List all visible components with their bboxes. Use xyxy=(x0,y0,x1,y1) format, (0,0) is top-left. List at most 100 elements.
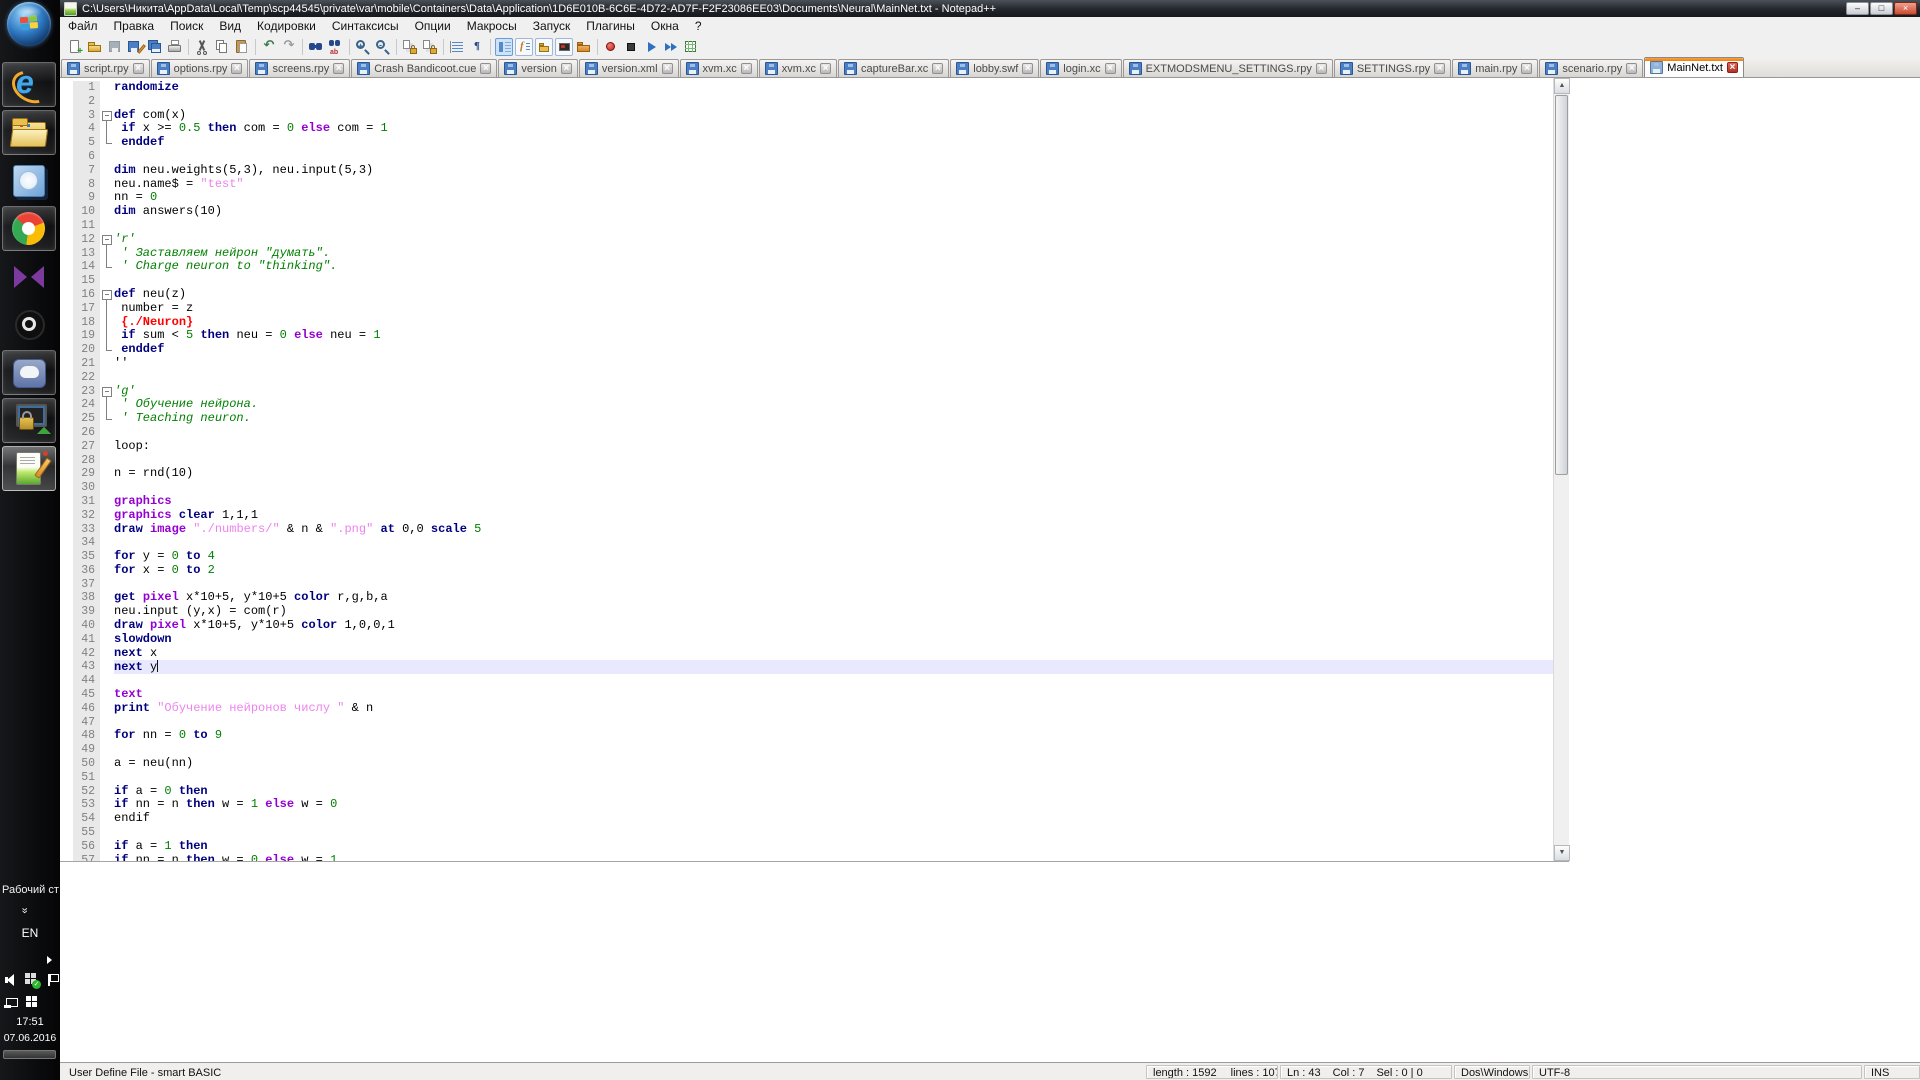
code-line[interactable]: 3def com(x) xyxy=(60,109,1553,123)
code-line[interactable]: 41slowdown xyxy=(60,633,1553,647)
code-line[interactable]: 18 {./Neuron} xyxy=(60,316,1553,330)
code-line[interactable]: 2 xyxy=(60,95,1553,109)
maximize-button[interactable]: □ xyxy=(1870,2,1893,15)
scrollbar-thumb[interactable] xyxy=(1555,95,1568,475)
open-file-button[interactable] xyxy=(86,38,104,56)
tab-close-icon[interactable]: × xyxy=(932,63,943,74)
doc-map-button[interactable] xyxy=(495,38,513,56)
code-line[interactable]: 30 xyxy=(60,481,1553,495)
menu-item-plugins[interactable]: Плагины xyxy=(578,17,643,36)
clock-time[interactable]: 17:51 xyxy=(0,1016,60,1028)
sync-v-button[interactable] xyxy=(401,38,419,56)
file-browser-button[interactable] xyxy=(535,38,553,56)
menu-item-view[interactable]: Вид xyxy=(211,17,249,36)
tab-close-icon[interactable]: × xyxy=(1434,63,1445,74)
menu-item-search[interactable]: Поиск xyxy=(162,17,211,36)
volume-icon[interactable] xyxy=(4,972,20,988)
cut-button[interactable] xyxy=(193,38,211,56)
macro-run-multi-button[interactable] xyxy=(662,38,680,56)
print-button[interactable] xyxy=(166,38,184,56)
indent-guide-button[interactable] xyxy=(448,38,466,56)
show-hidden-icons-arrow[interactable] xyxy=(47,956,52,964)
function-list-button[interactable] xyxy=(515,38,533,56)
code-line[interactable]: 32graphics clear 1,1,1 xyxy=(60,509,1553,523)
tab-options.rpy[interactable]: options.rpy× xyxy=(151,59,249,77)
menu-item-language[interactable]: Синтаксисы xyxy=(324,17,407,36)
code-line[interactable]: 12'r' xyxy=(60,233,1553,247)
sync-h-button[interactable] xyxy=(421,38,439,56)
code-line[interactable]: 36for x = 0 to 2 xyxy=(60,564,1553,578)
code-line[interactable]: 4 if x >= 0.5 then com = 0 else com = 1 xyxy=(60,122,1553,136)
tab-close-icon[interactable]: × xyxy=(1105,63,1116,74)
tab-script.rpy[interactable]: script.rpy× xyxy=(61,59,150,77)
code-line[interactable]: 16def neu(z) xyxy=(60,288,1553,302)
code-line[interactable]: 50a = neu(nn) xyxy=(60,757,1553,771)
menu-item-run[interactable]: Запуск xyxy=(525,17,579,36)
status-insert-mode[interactable]: INS xyxy=(1864,1065,1920,1079)
network-icon[interactable] xyxy=(4,994,20,1010)
code-line[interactable]: 56if a = 1 then xyxy=(60,840,1553,854)
tab-close-icon[interactable]: × xyxy=(1626,63,1637,74)
taskbar-item-discord[interactable] xyxy=(2,350,56,395)
code-line[interactable]: 40draw pixel x*10+5, y*10+5 color 1,0,0,… xyxy=(60,619,1553,633)
code-line[interactable]: 15 xyxy=(60,274,1553,288)
redo-button[interactable] xyxy=(280,38,298,56)
taskbar-item-notepad-plus-plus[interactable] xyxy=(2,446,56,491)
tab-lobby.swf[interactable]: lobby.swf× xyxy=(950,59,1039,77)
code-line[interactable]: 54endif xyxy=(60,812,1553,826)
tab-EXTMODSMENU_SETTINGS.rpy[interactable]: EXTMODSMENU_SETTINGS.rpy× xyxy=(1123,59,1333,77)
code-line[interactable]: 37 xyxy=(60,578,1553,592)
show-desktop-button[interactable] xyxy=(3,1050,56,1059)
code-line[interactable]: 27loop: xyxy=(60,440,1553,454)
tab-close-icon[interactable]: × xyxy=(1316,63,1327,74)
code-line[interactable]: 7dim neu.weights(5,3), neu.input(5,3) xyxy=(60,164,1553,178)
tab-main.rpy[interactable]: main.rpy× xyxy=(1452,59,1538,77)
taskbar-item-chrome[interactable] xyxy=(2,206,56,251)
macro-play-button[interactable] xyxy=(642,38,660,56)
minimize-button[interactable]: – xyxy=(1846,2,1869,15)
updates-icon[interactable] xyxy=(24,972,40,988)
menu-item-help[interactable]: ? xyxy=(687,17,710,36)
code-line[interactable]: 13 ' Заставляем нейрон "думать". xyxy=(60,247,1553,261)
fold-toggle-icon[interactable] xyxy=(100,288,114,302)
tab-version.xml[interactable]: version.xml× xyxy=(579,59,679,77)
find-button[interactable] xyxy=(307,38,325,56)
macro-save-button[interactable] xyxy=(682,38,700,56)
code-line[interactable]: 39neu.input (y,x) = com(r) xyxy=(60,605,1553,619)
code-line[interactable]: 17 number = z xyxy=(60,302,1553,316)
vertical-scrollbar[interactable]: ▲ ▼ xyxy=(1553,78,1569,861)
scroll-up-arrow[interactable]: ▲ xyxy=(1554,78,1570,94)
code-line[interactable]: 25 ' Teaching neuron. xyxy=(60,412,1553,426)
code-line[interactable]: 34 xyxy=(60,536,1553,550)
menu-item-edit[interactable]: Правка xyxy=(106,17,163,36)
status-eol-format[interactable]: Dos\Windows xyxy=(1454,1065,1530,1079)
zoom-in-button[interactable] xyxy=(354,38,372,56)
status-encoding[interactable]: UTF-8 xyxy=(1532,1065,1862,1079)
menu-item-file[interactable]: Файл xyxy=(60,17,106,36)
tab-close-icon[interactable]: × xyxy=(741,63,752,74)
code-line[interactable]: 10dim answers(10) xyxy=(60,205,1553,219)
copy-button[interactable] xyxy=(213,38,231,56)
code-line[interactable]: 23'g' xyxy=(60,385,1553,399)
code-line[interactable]: 9nn = 0 xyxy=(60,191,1553,205)
doc-switcher-button[interactable] xyxy=(555,38,573,56)
new-file-button[interactable] xyxy=(66,38,84,56)
undo-button[interactable] xyxy=(260,38,278,56)
code-line[interactable]: 5 enddef xyxy=(60,136,1553,150)
menu-item-macro[interactable]: Макросы xyxy=(459,17,525,36)
taskbar-item-windows-explorer[interactable] xyxy=(2,110,56,155)
taskbar-item-remote-desktop[interactable] xyxy=(2,398,56,443)
tab-Crash Bandicoot.cue[interactable]: Crash Bandicoot.cue× xyxy=(351,59,497,77)
code-line[interactable]: 21'' xyxy=(60,357,1553,371)
tab-close-icon[interactable]: × xyxy=(1022,63,1033,74)
save-file-button[interactable] xyxy=(106,38,124,56)
code-line[interactable]: 22 xyxy=(60,371,1553,385)
tab-xvm.xc[interactable]: xvm.xc× xyxy=(759,59,837,77)
clock-date[interactable]: 07.06.2016 xyxy=(0,1032,60,1044)
tab-screens.rpy[interactable]: screens.rpy× xyxy=(249,59,350,77)
code-line[interactable]: 57if nn = n then w = 0 else w = 1 xyxy=(60,854,1553,861)
code-line[interactable]: 29n = rnd(10) xyxy=(60,467,1553,481)
tab-version[interactable]: version× xyxy=(498,59,577,77)
code-line[interactable]: 55 xyxy=(60,826,1553,840)
taskbar-item-media-player[interactable] xyxy=(2,158,56,203)
